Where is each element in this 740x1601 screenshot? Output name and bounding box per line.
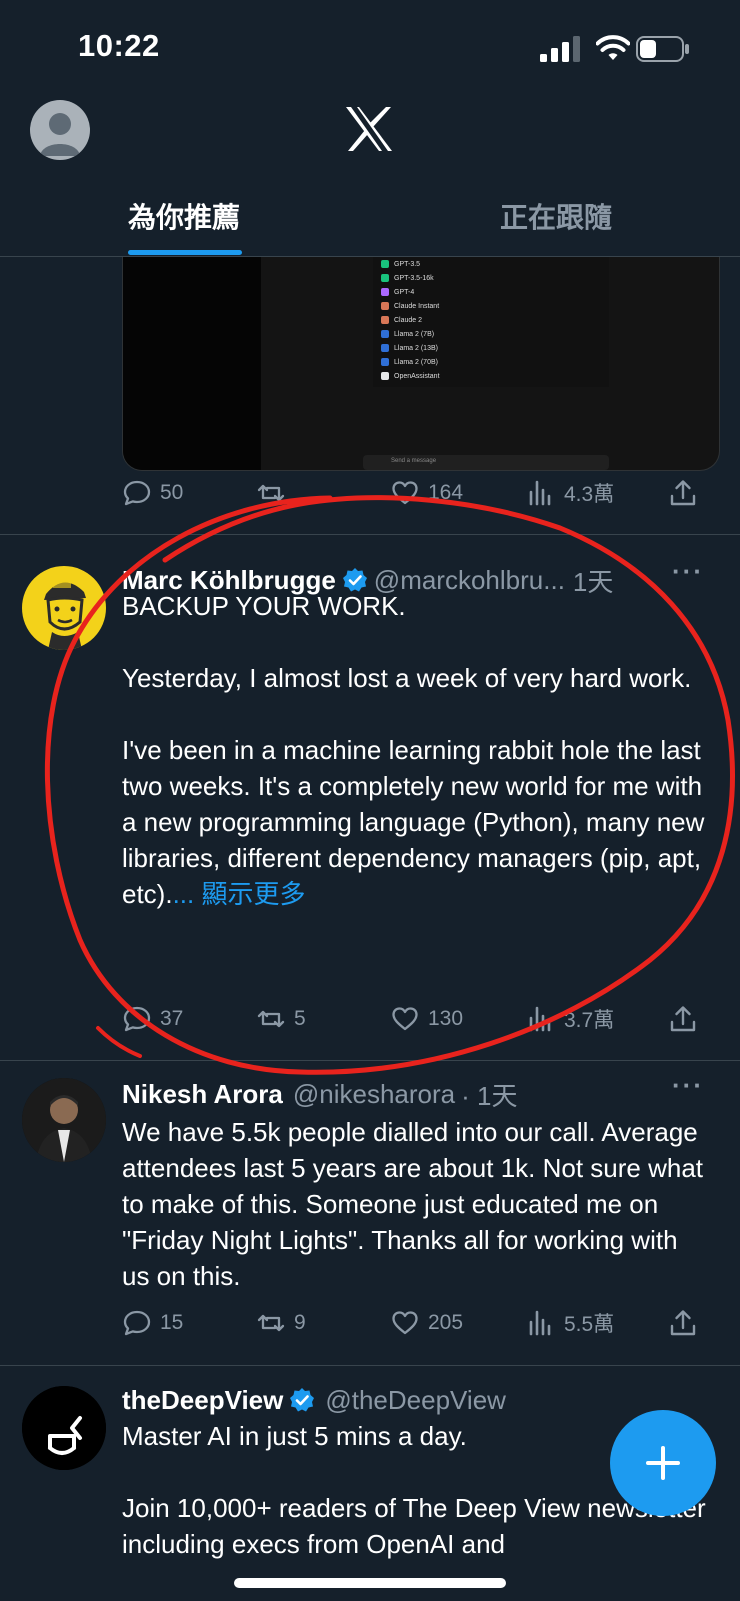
views-button[interactable]: 4.3萬 [526,476,614,510]
more-options-icon[interactable]: ··· [672,556,704,587]
tweet-header: Nikesh Arora @nikesharora · 1天 [122,1077,517,1111]
home-indicator[interactable] [234,1578,506,1588]
share-icon [670,1310,696,1336]
menu-item: OpenAssistant [381,369,440,383]
like-icon [392,481,418,505]
tweet-header: theDeepView @theDeepView [122,1383,506,1417]
x-logo-icon[interactable] [344,106,394,152]
compose-plus-icon [646,1446,680,1480]
author-name[interactable]: Nikesh Arora [122,1079,283,1110]
menu-item: Claude Instant [381,299,439,313]
avatar[interactable] [22,566,106,650]
cellular-signal-icon [540,36,580,62]
reply-button[interactable]: 50 [122,476,183,510]
compose-button[interactable] [610,1410,716,1516]
author-handle[interactable]: @nikesharora [293,1079,455,1110]
like-button[interactable]: 130 [390,1002,463,1036]
tab-following[interactable]: 正在跟隨 [500,196,612,236]
wifi-icon [596,35,630,60]
like-icon [392,1007,418,1031]
tweet-divider [0,1060,740,1061]
views-icon [529,480,551,506]
message-input-preview: Send a message [363,455,609,470]
tweet-text[interactable]: BACKUP YOUR WORK. Yesterday, I almost lo… [122,588,712,912]
share-icon [670,480,696,506]
views-icon [529,1006,551,1032]
views-icon [529,1310,551,1336]
tab-for-you[interactable]: 為你推薦 [128,196,240,236]
menu-item: GPT-3.5-16k [381,271,434,285]
more-options-icon[interactable]: ··· [672,1070,704,1101]
tweet-actions: 15 9 205 5.5萬 [122,1306,718,1340]
menu-item: Llama 2 (7B) [381,327,434,341]
tweet-divider [0,1365,740,1366]
person-photo-icon [22,1078,106,1162]
tweet-time: · 1天 [461,1080,518,1111]
repost-button[interactable]: 9 [256,1306,306,1340]
tweet-divider [0,534,740,535]
menu-item: GPT-4 [381,285,414,299]
reply-icon [123,1006,151,1032]
like-button[interactable]: 164 [390,476,463,510]
share-button[interactable] [668,1002,698,1036]
cartoon-avatar-icon [44,580,86,650]
menu-item: Claude 2 [381,313,422,327]
menu-item: Llama 2 (70B) [381,355,438,369]
reply-button[interactable]: 15 [122,1306,183,1340]
like-icon [392,1311,418,1335]
tweet-media[interactable]: GPT-3.5 GPT-3.5-16k GPT-4 Claude Instant… [122,257,720,471]
share-icon [670,1006,696,1032]
repost-button[interactable]: 5 [256,1002,306,1036]
share-button[interactable] [668,1306,698,1340]
show-more-link[interactable]: ... 顯示更多 [173,879,306,909]
menu-item: GPT-3.5 [381,257,420,271]
repost-icon [257,1314,285,1332]
repost-icon [257,484,285,502]
like-button[interactable]: 205 [390,1306,463,1340]
battery-icon [636,36,689,62]
reply-icon [123,1310,151,1336]
repost-button[interactable] [256,476,294,510]
default-user-icon [40,113,80,156]
avatar[interactable] [22,1078,106,1162]
verified-icon [290,1388,315,1412]
deepview-logo-icon [22,1386,106,1470]
reply-icon [123,480,151,506]
tweet-text[interactable]: We have 5.5k people dialled into our cal… [122,1114,712,1294]
tweet-actions: 37 5 130 3.7萬 [122,1002,718,1036]
media-sidebar [123,257,261,470]
model-menu: GPT-3.5 GPT-3.5-16k GPT-4 Claude Instant… [373,257,609,387]
reply-button[interactable]: 37 [122,1002,183,1036]
share-button[interactable] [668,476,698,510]
avatar[interactable] [22,1386,106,1470]
repost-icon [257,1010,285,1028]
author-name[interactable]: theDeepView [122,1385,283,1416]
menu-item: Llama 2 (13B) [381,341,438,355]
author-handle[interactable]: @theDeepView [325,1385,506,1416]
profile-avatar[interactable] [30,100,90,160]
views-button[interactable]: 5.5萬 [526,1306,614,1340]
status-time: 10:22 [78,28,160,63]
tweet-actions: 50 164 4.3萬 [122,476,718,510]
active-tab-indicator [128,250,242,255]
views-button[interactable]: 3.7萬 [526,1002,614,1036]
